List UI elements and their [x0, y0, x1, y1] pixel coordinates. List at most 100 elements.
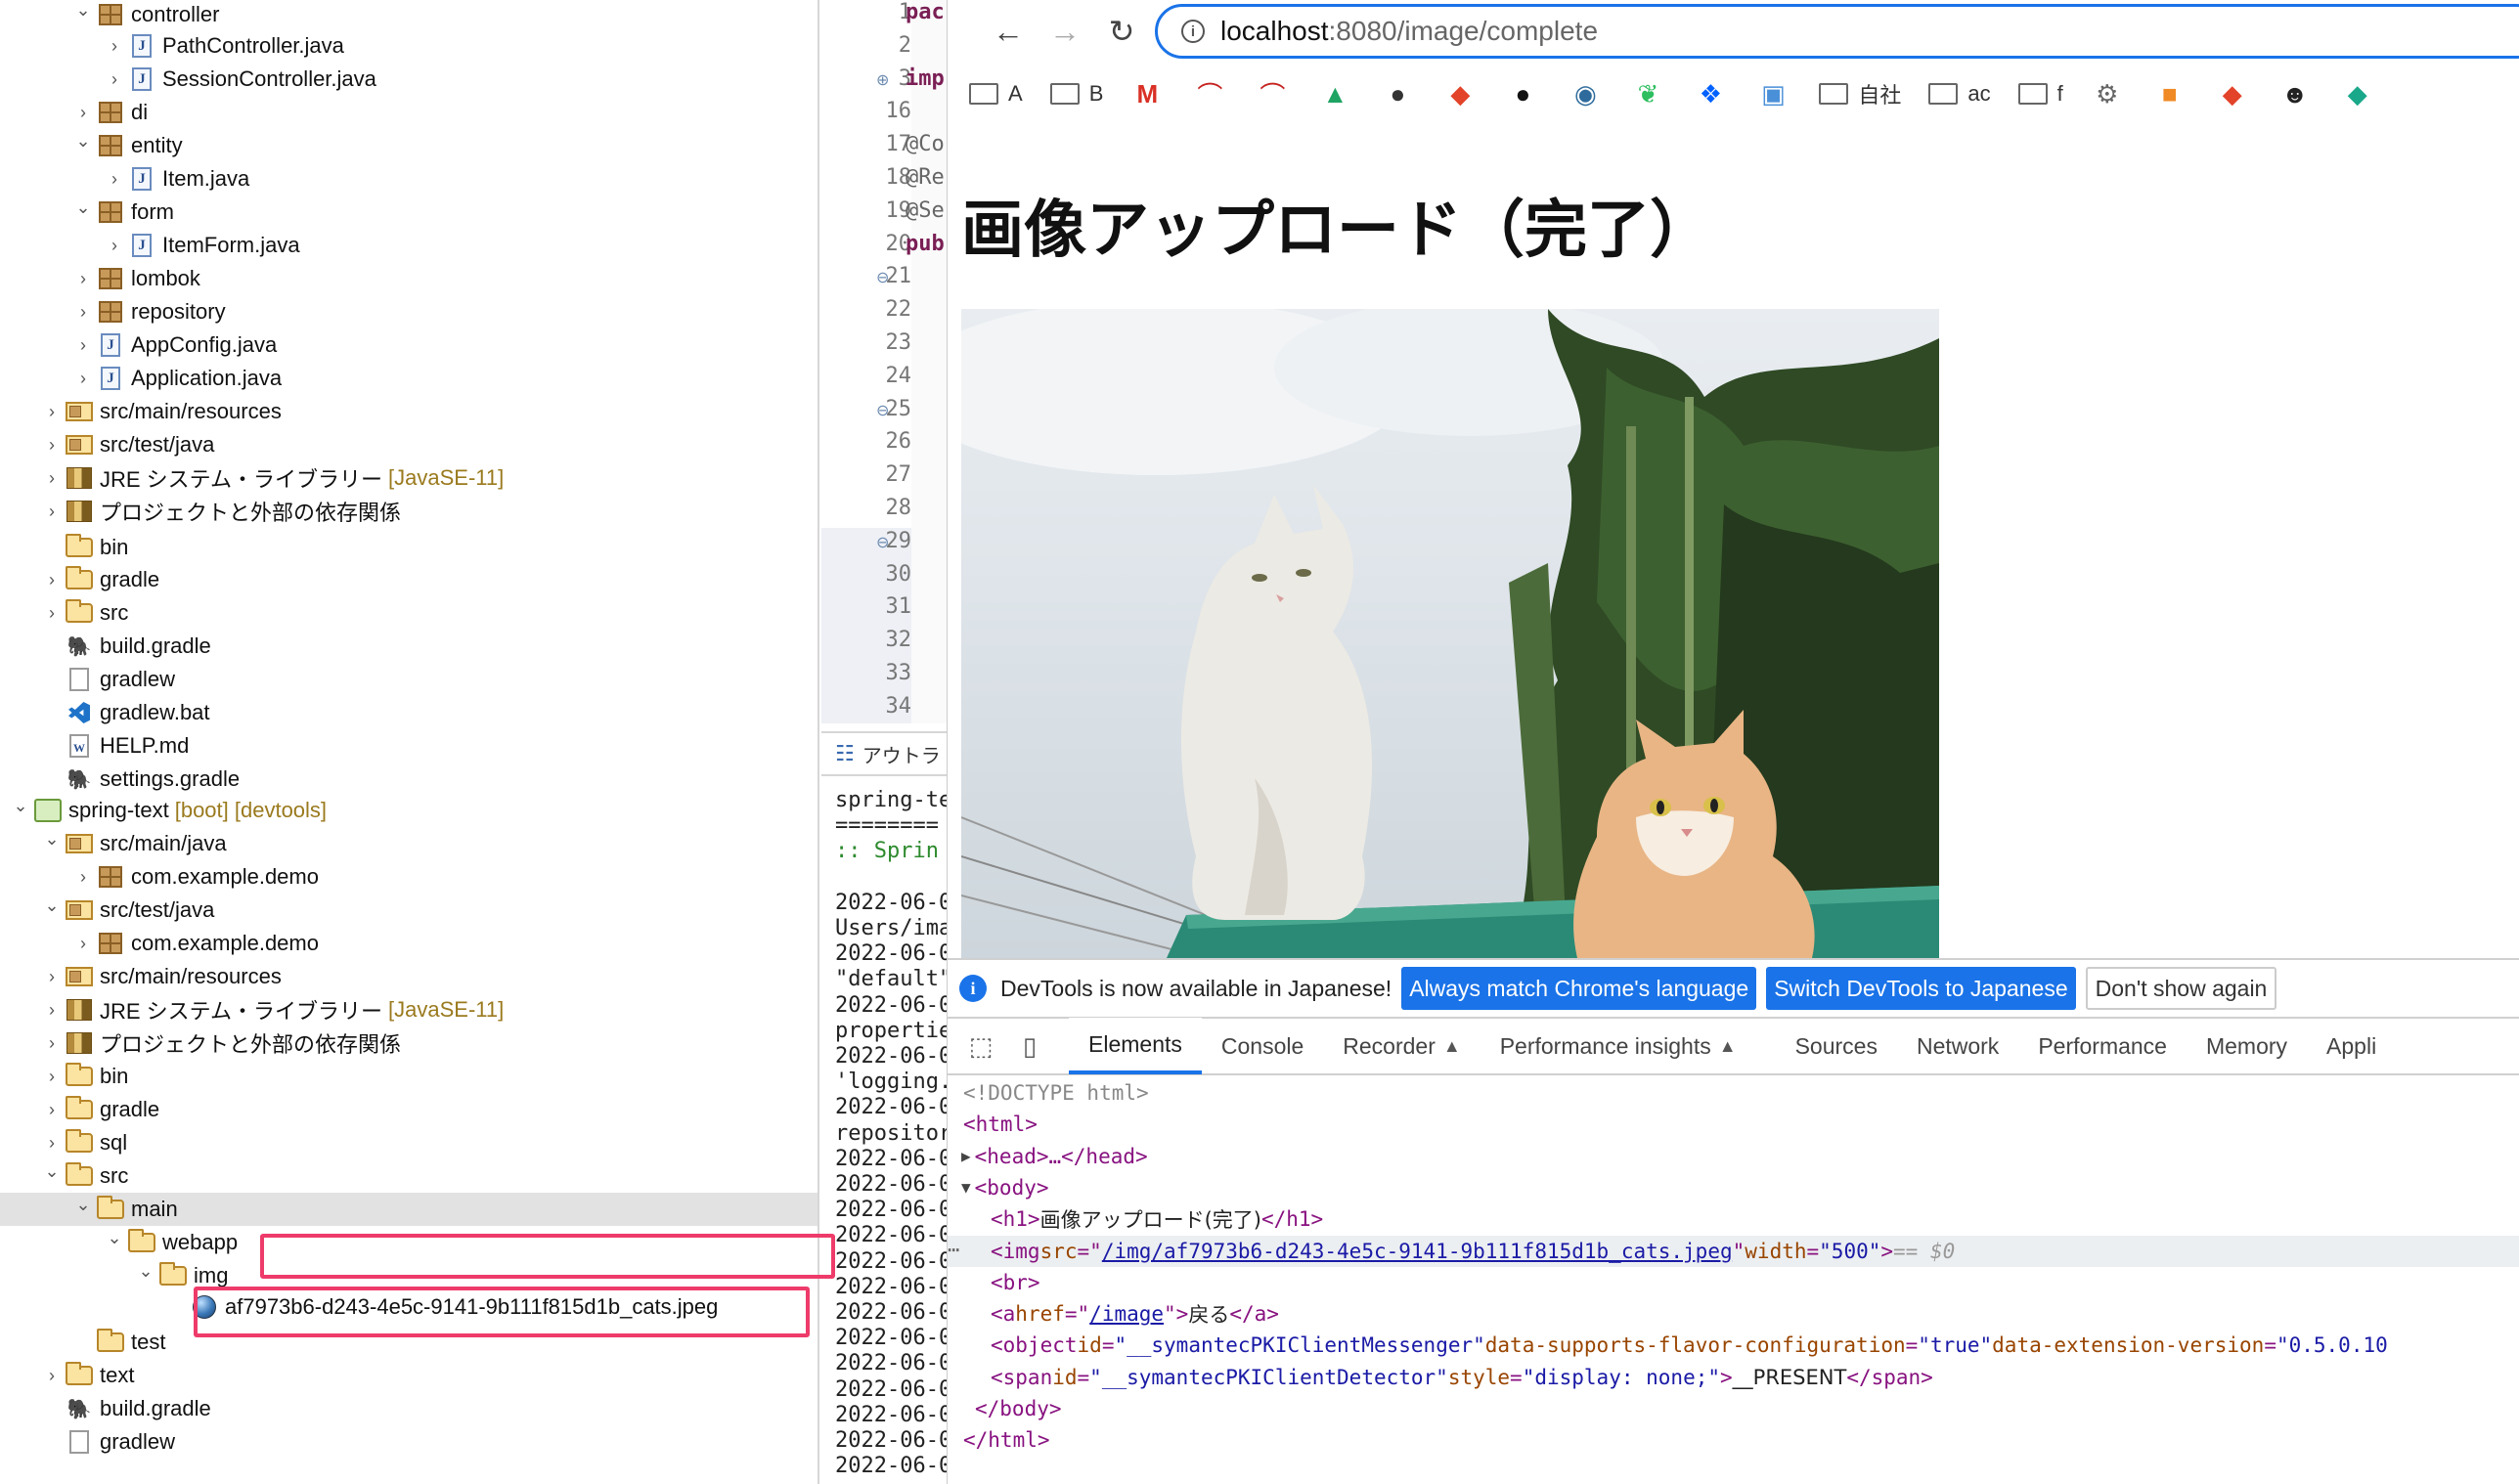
- chevron-right-icon[interactable]: ›: [70, 335, 96, 356]
- dom-node-line[interactable]: ▼ <body>: [948, 1172, 2519, 1203]
- tree-item[interactable]: › text: [0, 1359, 818, 1392]
- tree-item[interactable]: ⌄ src/main/java: [0, 827, 818, 860]
- tree-item[interactable]: 🐘 build.gradle: [0, 630, 818, 663]
- expand-triangle-icon[interactable]: ▶: [961, 1147, 971, 1165]
- collapse-icon[interactable]: ⊖: [876, 401, 889, 420]
- tree-item[interactable]: › di: [0, 96, 818, 129]
- chevron-right-icon[interactable]: ›: [70, 103, 96, 123]
- bookmark-folder[interactable]: B: [1049, 81, 1103, 107]
- tree-item[interactable]: › gradle: [0, 563, 818, 596]
- bookmark-folder[interactable]: A: [969, 81, 1023, 107]
- collapse-icon[interactable]: ⊖: [876, 533, 889, 552]
- dom-node-line[interactable]: <br>: [948, 1267, 2519, 1298]
- chevron-down-icon[interactable]: ⌄: [70, 197, 96, 218]
- gitlab-icon[interactable]: ◆: [2216, 77, 2249, 110]
- tree-item[interactable]: › プロジェクトと外部の依存関係: [0, 495, 818, 528]
- tree-item[interactable]: › src: [0, 596, 818, 630]
- dom-node-line[interactable]: ▶ <head>…</head>: [948, 1141, 2519, 1172]
- outline-tab[interactable]: ☷ アウトラ: [821, 731, 947, 776]
- dom-node-line[interactable]: <h1> 画像アップロード(完了) </h1>: [948, 1203, 2519, 1235]
- tree-item[interactable]: › com.example.demo: [0, 927, 818, 960]
- device-toolbar-icon[interactable]: ▯: [1014, 1030, 1045, 1062]
- tree-item[interactable]: 🐘 settings.gradle: [0, 763, 818, 796]
- tree-item[interactable]: › J SessionController.java: [0, 63, 818, 96]
- dom-node-line[interactable]: <!DOCTYPE html>: [948, 1077, 2519, 1109]
- tree-item[interactable]: › sql: [0, 1126, 818, 1159]
- gitlab-icon[interactable]: ◆: [1443, 77, 1477, 110]
- tree-item[interactable]: › J PathController.java: [0, 29, 818, 63]
- tree-item[interactable]: › gradle: [0, 1093, 818, 1126]
- chevron-right-icon[interactable]: ›: [39, 603, 65, 624]
- tree-item[interactable]: ⌄ spring-text [boot] [devtools]: [0, 794, 818, 827]
- tree-item[interactable]: › src/main/resources: [0, 960, 818, 993]
- chevron-down-icon[interactable]: ⌄: [70, 1195, 96, 1215]
- chevron-right-icon[interactable]: ›: [102, 236, 127, 256]
- collapse-icon[interactable]: ⊖: [876, 268, 889, 287]
- tree-item[interactable]: › com.example.demo: [0, 860, 818, 894]
- chevron-right-icon[interactable]: ›: [39, 1067, 65, 1087]
- tree-item[interactable]: › プロジェクトと外部の依存関係: [0, 1026, 818, 1060]
- chevron-right-icon[interactable]: ›: [70, 269, 96, 289]
- chevron-right-icon[interactable]: ›: [39, 1000, 65, 1021]
- app-icon[interactable]: ▣: [1756, 77, 1790, 110]
- chevron-right-icon[interactable]: ›: [70, 934, 96, 954]
- tree-item[interactable]: › lombok: [0, 262, 818, 295]
- chevron-down-icon[interactable]: ⌄: [70, 0, 96, 21]
- evernote-icon[interactable]: ❦: [1631, 77, 1664, 110]
- tree-item[interactable]: 🐘 build.gradle: [0, 1392, 818, 1425]
- chevron-down-icon[interactable]: ⌄: [39, 829, 65, 850]
- chevron-down-icon[interactable]: ⌄: [8, 796, 33, 816]
- drive-icon[interactable]: ▲: [1318, 77, 1351, 110]
- forward-arrow-icon[interactable]: →: [1045, 12, 1084, 51]
- dom-node-line[interactable]: </body>: [948, 1393, 2519, 1424]
- arc-icon[interactable]: ⌒: [1256, 77, 1289, 110]
- chevron-down-icon[interactable]: ⌄: [39, 1161, 65, 1182]
- tree-item[interactable]: ⌄ entity: [0, 129, 818, 162]
- tree-item[interactable]: gradlew: [0, 1425, 818, 1459]
- tree-item[interactable]: W HELP.md: [0, 729, 818, 763]
- devtools-tab-memory[interactable]: Memory: [2187, 1018, 2307, 1074]
- devtools-tab-network[interactable]: Network: [1897, 1018, 2018, 1074]
- tree-item[interactable]: ⌄ controller: [0, 0, 818, 31]
- back-link[interactable]: /image: [1089, 1302, 1164, 1326]
- chevron-right-icon[interactable]: ›: [39, 570, 65, 590]
- bookmark-folder[interactable]: ac: [1928, 81, 1991, 107]
- collapse-triangle-icon[interactable]: ▼: [961, 1178, 971, 1197]
- tree-item[interactable]: › JRE システム・ライブラリー [JavaSE-11]: [0, 993, 818, 1026]
- dom-node-line[interactable]: <img src ="/img/af7973b6-d243-4e5c-9141-9…: [948, 1235, 2519, 1267]
- chevron-right-icon[interactable]: ›: [70, 369, 96, 389]
- dropbox-icon[interactable]: ❖: [1694, 77, 1727, 110]
- tree-item[interactable]: › repository: [0, 295, 818, 328]
- bookmark-folder[interactable]: f: [2017, 81, 2063, 107]
- chevron-right-icon[interactable]: ›: [39, 435, 65, 456]
- code-editor[interactable]: 1 pac 2 3 ⊕ imp 16 17 @Co 18 @Re 19 @Se 20 pub 21 ⊖ 22 23 2…: [821, 0, 947, 1484]
- ghost-icon[interactable]: ☻: [2278, 77, 2312, 110]
- inspect-element-icon[interactable]: ⬚: [965, 1030, 996, 1062]
- devtools-tab-recorder[interactable]: Recorder ▲: [1323, 1018, 1480, 1074]
- chevron-right-icon[interactable]: ›: [39, 1366, 65, 1386]
- chevron-right-icon[interactable]: ›: [39, 1133, 65, 1154]
- diamond-icon[interactable]: ◆: [2341, 77, 2374, 110]
- dom-node-line[interactable]: <object id = "__symantecPKIClientMessenger…: [948, 1330, 2519, 1361]
- devtools-tab-elements[interactable]: Elements: [1069, 1018, 1202, 1074]
- devtools-tab-performance-insights[interactable]: Performance insights ▲: [1480, 1018, 1776, 1074]
- dom-node-line[interactable]: <html>: [948, 1109, 2519, 1140]
- github-icon[interactable]: ●: [1506, 77, 1539, 110]
- devtools-tab-console[interactable]: Console: [1202, 1018, 1323, 1074]
- devtools-tab-appli[interactable]: Appli: [2307, 1018, 2396, 1074]
- tree-item[interactable]: ⌄ src/test/java: [0, 894, 818, 927]
- chevron-right-icon[interactable]: ›: [39, 402, 65, 422]
- chevron-right-icon[interactable]: ›: [102, 36, 127, 57]
- tree-item[interactable]: ⌄ form: [0, 196, 818, 229]
- expand-icon[interactable]: ⊕: [876, 70, 889, 90]
- chevron-right-icon[interactable]: ›: [70, 302, 96, 323]
- devtools-tab-sources[interactable]: Sources: [1776, 1018, 1897, 1074]
- globe-icon[interactable]: ●: [1381, 77, 1414, 110]
- tree-item[interactable]: gradlew.bat: [0, 696, 818, 729]
- dont-show-again-button[interactable]: Don't show again: [2085, 967, 2277, 1010]
- chevron-right-icon[interactable]: ›: [102, 169, 127, 190]
- dom-node-line[interactable]: <span id = "__symantecPKIClientDetector" s…: [948, 1362, 2519, 1393]
- chevron-right-icon[interactable]: ›: [102, 69, 127, 90]
- chevron-down-icon[interactable]: ⌄: [39, 895, 65, 916]
- dom-node-line[interactable]: </html>: [948, 1424, 2519, 1456]
